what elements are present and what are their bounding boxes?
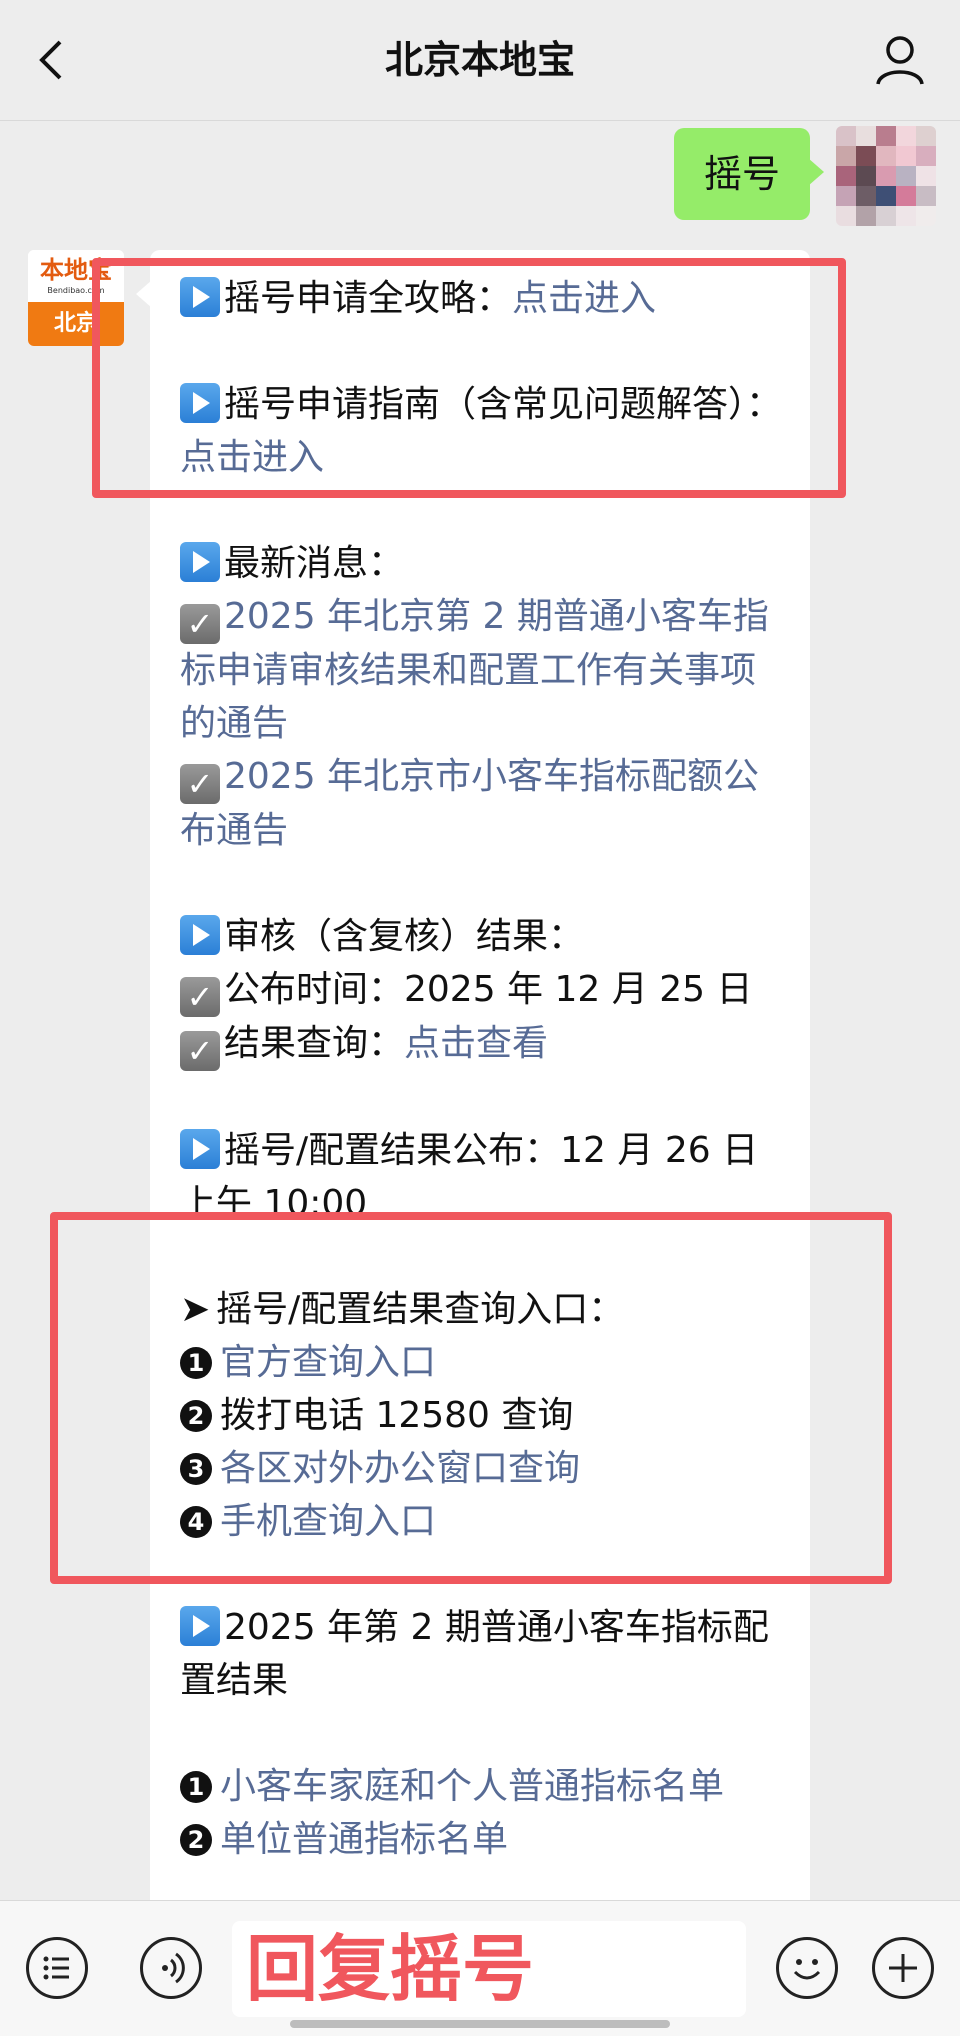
home-indicator bbox=[290, 2020, 670, 2028]
result-title-text: 2025 年第 2 期普通小客车指标配置结果 bbox=[180, 1607, 769, 1701]
play-icon bbox=[180, 915, 220, 955]
list-icon[interactable] bbox=[26, 1937, 88, 1999]
check-icon: ✓ bbox=[180, 1031, 220, 1071]
person-icon[interactable] bbox=[868, 28, 932, 92]
user-message-bubble[interactable]: 摇号 bbox=[674, 128, 824, 220]
news-item-2: ✓ 2025 年北京市小客车指标配额公布通告 bbox=[180, 750, 790, 857]
plus-icon[interactable] bbox=[872, 1937, 934, 1999]
voice-icon[interactable] bbox=[140, 1937, 202, 1999]
result-item-1: 1 小客车家庭和个人普通指标名单 bbox=[180, 1760, 790, 1813]
check-icon: ✓ bbox=[180, 764, 220, 804]
news-title: 最新消息： bbox=[180, 537, 790, 590]
review-time-text: 公布时间：2025 年 12 月 25 日 bbox=[224, 969, 753, 1010]
number-2-icon: 2 bbox=[180, 1824, 212, 1856]
news-item-1: ✓ 2025 年北京第 2 期普通小客车指标申请审核结果和配置工作有关事项的通告 bbox=[180, 590, 790, 750]
page-title: 北京本地宝 bbox=[384, 38, 575, 82]
emoji-icon[interactable] bbox=[776, 1937, 838, 1999]
result-link-2[interactable]: 单位普通指标名单 bbox=[220, 1819, 508, 1860]
number-1-icon: 1 bbox=[180, 1771, 212, 1803]
check-icon: ✓ bbox=[180, 977, 220, 1017]
input-bar: 回复摇号 bbox=[0, 1900, 960, 2036]
review-query-link[interactable]: 点击查看 bbox=[404, 1023, 548, 1064]
top-bar: 北京本地宝 bbox=[0, 0, 960, 121]
news-title-text: 最新消息： bbox=[224, 543, 405, 584]
review-query: ✓ 结果查询：点击查看 bbox=[180, 1017, 790, 1071]
result-item-2: 2 单位普通指标名单 bbox=[180, 1813, 790, 1866]
review-title: 审核（含复核）结果： bbox=[180, 910, 790, 963]
message-input[interactable]: 回复摇号 bbox=[232, 1921, 746, 2017]
highlight-box-query bbox=[50, 1212, 892, 1584]
review-query-label: 结果查询： bbox=[224, 1023, 405, 1064]
check-icon: ✓ bbox=[180, 604, 220, 644]
play-icon bbox=[180, 1129, 220, 1169]
highlight-box-top bbox=[92, 258, 846, 498]
review-title-text: 审核（含复核）结果： bbox=[224, 916, 585, 957]
bot-message-bubble: 摇号申请全攻略：点击进入 摇号申请指南（含常见问题解答）：点击进入 最新消息： … bbox=[136, 250, 810, 1910]
news-link-2[interactable]: 2025 年北京市小客车指标配额公布通告 bbox=[180, 756, 759, 851]
play-icon bbox=[180, 542, 220, 582]
review-time: ✓ 公布时间：2025 年 12 月 25 日 bbox=[180, 963, 790, 1017]
news-link-1[interactable]: 2025 年北京第 2 期普通小客车指标申请审核结果和配置工作有关事项的通告 bbox=[180, 596, 769, 744]
play-icon bbox=[180, 1606, 220, 1646]
result-link-1[interactable]: 小客车家庭和个人普通指标名单 bbox=[220, 1766, 724, 1807]
result-title: 2025 年第 2 期普通小客车指标配置结果 bbox=[180, 1601, 790, 1707]
user-avatar[interactable] bbox=[836, 126, 936, 226]
lottery-publish-text: 摇号/配置结果公布：12 月 26 日上午 10:00 bbox=[180, 1130, 759, 1224]
